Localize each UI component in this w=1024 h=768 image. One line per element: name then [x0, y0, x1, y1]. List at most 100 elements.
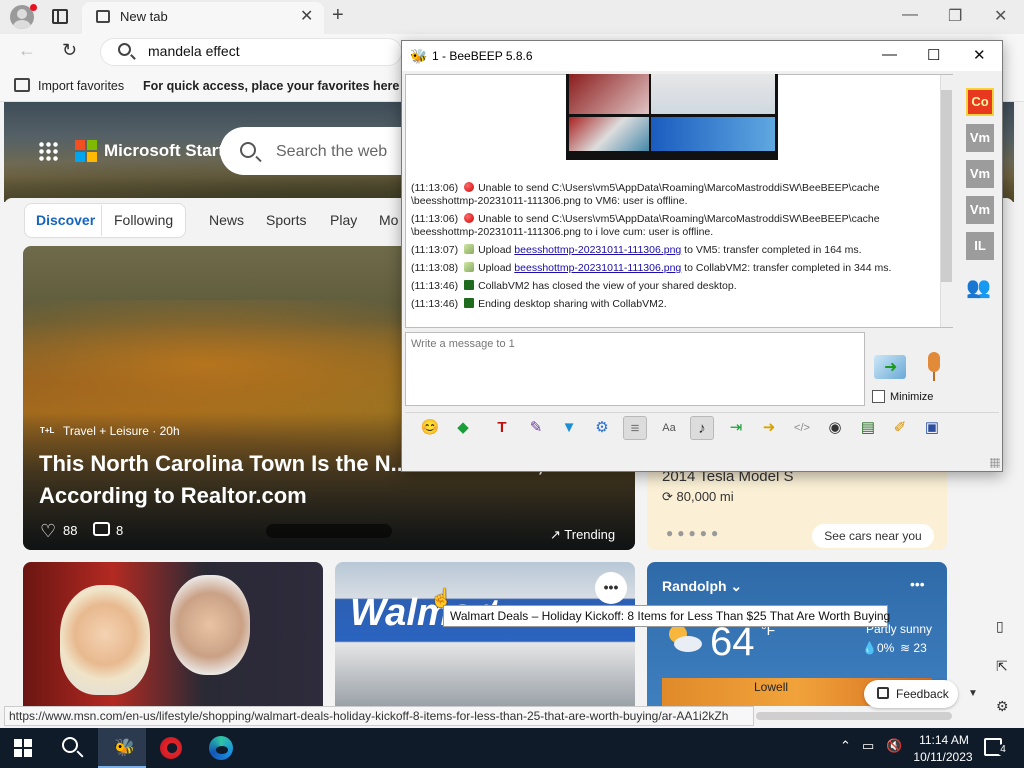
- save-chat-icon[interactable]: ◆: [451, 416, 475, 440]
- scroll-down-icon[interactable]: ▼: [968, 688, 978, 699]
- web-search-placeholder[interactable]: Search the web: [276, 143, 387, 161]
- open-external-icon[interactable]: ⇱: [996, 658, 1008, 675]
- beebeep-close-icon[interactable]: ✕: [973, 46, 986, 64]
- beebeep-maximize-icon[interactable]: ☐: [927, 46, 940, 64]
- error-icon: [464, 182, 475, 192]
- edge-browser-icon[interactable]: [209, 736, 233, 760]
- share-desktop-icon[interactable]: ▤: [856, 416, 880, 440]
- tab-discover[interactable]: Discover: [36, 212, 95, 228]
- settings-gear-icon[interactable]: ⚙: [996, 698, 1009, 715]
- brand-name[interactable]: Microsoft Start: [104, 141, 224, 161]
- app-launcher-icon[interactable]: [38, 141, 58, 161]
- nav-news[interactable]: News: [209, 212, 244, 228]
- save-icon[interactable]: ▣: [920, 416, 944, 440]
- file-link[interactable]: beesshottmp-20231011-111306.png: [514, 262, 681, 274]
- font-color-icon[interactable]: ✎: [524, 416, 548, 440]
- heart-icon[interactable]: ♡: [40, 521, 56, 542]
- chat-scrollbar-thumb[interactable]: [941, 90, 952, 282]
- filter-icon[interactable]: ▼: [557, 416, 581, 440]
- close-window-icon[interactable]: ✕: [994, 6, 1007, 26]
- send-file-icon[interactable]: ⇥: [724, 416, 748, 440]
- emoticon-icon[interactable]: 😊: [418, 416, 442, 440]
- address-text[interactable]: mandela effect: [148, 43, 240, 59]
- message-time: (11:13:46): [411, 280, 459, 292]
- import-favorites-link[interactable]: Import favorites: [38, 79, 124, 93]
- user-avatar-il[interactable]: IL: [966, 232, 994, 260]
- clear-chat-icon[interactable]: ✐: [888, 416, 912, 440]
- chat-message: (11:13:06) Unable to send C:\Users\vm5\Ap…: [411, 213, 880, 239]
- new-tab-button[interactable]: +: [332, 4, 344, 27]
- restore-icon[interactable]: ❐: [948, 6, 962, 26]
- tray-expand-icon[interactable]: ⌃: [840, 738, 851, 754]
- story-source[interactable]: Travel + Leisure · 20h: [63, 424, 180, 438]
- nav-sports[interactable]: Sports: [266, 212, 306, 228]
- refresh-icon[interactable]: ↻: [62, 40, 77, 61]
- nav-more[interactable]: Mo: [379, 212, 398, 228]
- preview-tile: [651, 117, 775, 151]
- compact-view-icon[interactable]: ≡: [623, 416, 647, 440]
- desktop-share-icon: [464, 280, 475, 290]
- feedback-icon: [877, 687, 889, 699]
- message-text: Unable to send C:\Users\vm5\AppData\Roam…: [478, 182, 880, 194]
- sound-note-icon[interactable]: ♪: [690, 416, 714, 440]
- tesla-carousel-dots[interactable]: ●●●●●: [666, 526, 722, 540]
- minimize-label: Minimize: [890, 391, 934, 403]
- weather-city[interactable]: Randolph ⌄: [662, 578, 742, 595]
- message-time: (11:13:46): [411, 298, 459, 310]
- opera-browser-icon[interactable]: [160, 737, 182, 759]
- import-favorites-icon[interactable]: [14, 78, 30, 92]
- send-folder-icon[interactable]: ➜: [757, 416, 781, 440]
- more-options-button[interactable]: •••: [595, 572, 627, 604]
- taskbar-search-icon[interactable]: [62, 737, 78, 753]
- volume-muted-icon[interactable]: 🔇: [886, 738, 902, 754]
- message-time: (11:13:07): [411, 244, 459, 256]
- send-message-icon[interactable]: [874, 355, 906, 379]
- file-link[interactable]: beesshottmp-20231011-111306.png: [514, 244, 681, 256]
- user-avatar-co[interactable]: Co: [966, 88, 994, 116]
- settings-icon[interactable]: ⚙: [590, 416, 614, 440]
- clock-time[interactable]: 11:14 AM: [916, 733, 972, 747]
- preview-tile: [569, 74, 649, 114]
- tab-actions-icon[interactable]: [52, 9, 68, 24]
- user-avatar-vm[interactable]: Vm: [966, 124, 994, 152]
- trending-text: Trending: [564, 527, 616, 542]
- horizontal-scrollbar[interactable]: [756, 712, 952, 720]
- users-group-icon[interactable]: 👥: [966, 275, 991, 300]
- link-tooltip: Walmart Deals – Holiday Kickoff: 8 Items…: [443, 605, 890, 627]
- network-icon[interactable]: ▭: [862, 738, 874, 754]
- carousel-dots[interactable]: [266, 524, 392, 538]
- address-bar[interactable]: [100, 38, 402, 66]
- code-icon[interactable]: </>: [790, 416, 814, 440]
- user-avatar-vm[interactable]: Vm: [966, 196, 994, 224]
- font-icon[interactable]: T: [490, 416, 514, 440]
- message-time: (11:13:06): [411, 213, 459, 225]
- message-input-placeholder[interactable]: Write a message to 1: [411, 338, 515, 350]
- see-cars-button[interactable]: See cars near you: [812, 524, 934, 548]
- user-avatar-vm[interactable]: Vm: [966, 160, 994, 188]
- browser-tab[interactable]: [82, 2, 324, 34]
- tab-title: New tab: [120, 9, 168, 24]
- resize-grip-icon[interactable]: [990, 458, 1000, 468]
- message-time: (11:13:08): [411, 262, 459, 274]
- minimize-checkbox[interactable]: [872, 390, 885, 403]
- chat-message: (11:13:46) CollabVM2 has closed the view …: [411, 280, 737, 293]
- voice-message-icon[interactable]: [924, 352, 944, 382]
- comment-icon[interactable]: [93, 522, 110, 536]
- upload-icon: [464, 262, 475, 272]
- nav-play[interactable]: Play: [330, 212, 357, 228]
- clock-date[interactable]: 10/11/2023: [910, 750, 976, 764]
- close-tab-icon[interactable]: ✕: [300, 6, 313, 26]
- split-screen-icon[interactable]: ▯: [996, 618, 1004, 635]
- screenshot-icon[interactable]: ◉: [823, 416, 847, 440]
- minimize-icon[interactable]: —: [902, 6, 918, 24]
- precip-value: 0%: [876, 641, 895, 655]
- weather-more-icon[interactable]: •••: [910, 576, 925, 592]
- beebeep-minimize-icon[interactable]: —: [882, 46, 897, 63]
- text-size-icon[interactable]: Aa: [657, 416, 681, 440]
- windows-start-icon[interactable]: [14, 739, 32, 757]
- link-status-bar: https://www.msn.com/en-us/lifestyle/shop…: [4, 706, 754, 726]
- back-icon[interactable]: ←: [18, 40, 36, 61]
- web-search-icon: [240, 142, 256, 158]
- tab-following[interactable]: Following: [114, 212, 173, 228]
- beebeep-title: 1 - BeeBEEP 5.8.6: [432, 49, 533, 63]
